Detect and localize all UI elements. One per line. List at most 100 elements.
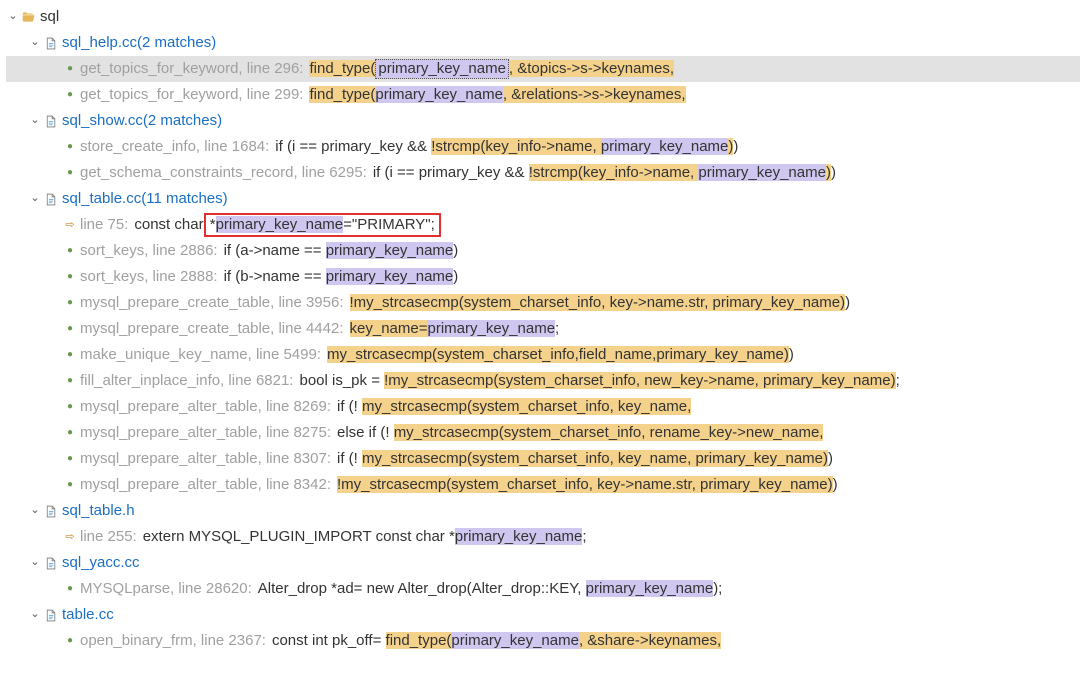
file-name: sql_table.h	[62, 498, 135, 524]
match-location: open_binary_frm, line 2367:	[80, 628, 266, 654]
file-name: sql_show.cc	[62, 108, 143, 134]
search-result-row[interactable]: make_unique_key_name, line 5499:my_strca…	[6, 342, 1080, 368]
match-code: const int pk_off= find_type(primary_key_…	[272, 628, 721, 654]
match-bullet-icon	[64, 238, 76, 264]
folder-row-sql[interactable]: sql	[6, 4, 1080, 30]
match-code: find_type(primary_key_name, &relations->…	[309, 82, 685, 108]
chevron-down-icon[interactable]	[28, 602, 42, 628]
file-name: sql_yacc.cc	[62, 550, 140, 576]
match-location: line 255:	[80, 524, 137, 550]
match-code: key_name=primary_key_name;	[350, 316, 560, 342]
match-bullet-icon	[64, 472, 76, 498]
match-location: sort_keys, line 2888:	[80, 264, 218, 290]
match-location: mysql_prepare_alter_table, line 8269:	[80, 394, 331, 420]
search-results-tree: sql sql_help.cc (2 matches)get_topics_fo…	[0, 0, 1080, 674]
file-name: sql_table.cc	[62, 186, 141, 212]
match-code: if (i == primary_key && !strcmp(key_info…	[275, 134, 738, 160]
search-result-row[interactable]: mysql_prepare_alter_table, line 8275:els…	[6, 420, 1080, 446]
file-name: table.cc	[62, 602, 114, 628]
match-location: mysql_prepare_create_table, line 4442:	[80, 316, 344, 342]
match-code: my_strcasecmp(system_charset_info,field_…	[327, 342, 794, 368]
match-bullet-icon	[64, 160, 76, 186]
file-row[interactable]: sql_table.cc (11 matches)	[6, 186, 1080, 212]
file-icon	[42, 607, 58, 623]
match-location: make_unique_key_name, line 5499:	[80, 342, 321, 368]
match-bullet-icon	[64, 82, 76, 108]
match-location: line 75:	[80, 212, 128, 238]
match-bullet-icon	[64, 342, 76, 368]
file-row[interactable]: sql_help.cc (2 matches)	[6, 30, 1080, 56]
match-bullet-icon	[64, 368, 76, 394]
match-location: get_topics_for_keyword, line 299:	[80, 82, 303, 108]
search-result-row[interactable]: mysql_prepare_alter_table, line 8342:!my…	[6, 472, 1080, 498]
match-location: store_create_info, line 1684:	[80, 134, 269, 160]
focused-match: primary_key_name	[375, 59, 509, 79]
file-icon	[42, 555, 58, 571]
folder-label: sql	[40, 4, 59, 30]
search-result-row[interactable]: mysql_prepare_create_table, line 3956:!m…	[6, 290, 1080, 316]
match-code: !my_strcasecmp(system_charset_info, key-…	[350, 290, 851, 316]
search-result-row[interactable]: mysql_prepare_create_table, line 4442:ke…	[6, 316, 1080, 342]
match-location: fill_alter_inplace_info, line 6821:	[80, 368, 293, 394]
chevron-down-icon[interactable]	[28, 30, 42, 56]
match-location: mysql_prepare_create_table, line 3956:	[80, 290, 344, 316]
match-bullet-icon	[64, 628, 76, 654]
match-bullet-icon	[64, 316, 76, 342]
folder-open-icon	[20, 9, 36, 25]
match-code: else if (! my_strcasecmp(system_charset_…	[337, 420, 823, 446]
match-bullet-icon	[64, 420, 76, 446]
match-bullet-icon	[64, 134, 76, 160]
file-row[interactable]: sql_yacc.cc	[6, 550, 1080, 576]
match-code: if (! my_strcasecmp(system_charset_info,…	[337, 394, 691, 420]
search-result-row[interactable]: line 75:const char *primary_key_name="PR…	[6, 212, 1080, 238]
match-location: mysql_prepare_alter_table, line 8275:	[80, 420, 331, 446]
search-result-row[interactable]: fill_alter_inplace_info, line 6821:bool …	[6, 368, 1080, 394]
match-bullet-icon	[64, 394, 76, 420]
file-icon	[42, 113, 58, 129]
match-count: (2 matches)	[137, 30, 216, 56]
search-result-row[interactable]: open_binary_frm, line 2367:const int pk_…	[6, 628, 1080, 654]
match-code: const char *primary_key_name="PRIMARY";	[134, 212, 440, 238]
chevron-down-icon[interactable]	[28, 550, 42, 576]
search-result-row[interactable]: mysql_prepare_alter_table, line 8269:if …	[6, 394, 1080, 420]
file-icon	[42, 191, 58, 207]
file-icon	[42, 35, 58, 51]
match-code: if (b->name == primary_key_name)	[224, 264, 459, 290]
chevron-down-icon[interactable]	[28, 108, 42, 134]
file-row[interactable]: sql_show.cc (2 matches)	[6, 108, 1080, 134]
search-result-row[interactable]: sort_keys, line 2886:if (a->name == prim…	[6, 238, 1080, 264]
arrow-marker-icon	[64, 212, 76, 238]
arrow-marker-icon	[64, 524, 76, 550]
search-result-row[interactable]: get_topics_for_keyword, line 296:find_ty…	[6, 56, 1080, 82]
search-result-row[interactable]: get_topics_for_keyword, line 299:find_ty…	[6, 82, 1080, 108]
match-count: (11 matches)	[141, 186, 227, 212]
search-result-row[interactable]: line 255:extern MYSQL_PLUGIN_IMPORT cons…	[6, 524, 1080, 550]
chevron-down-icon[interactable]	[28, 186, 42, 212]
match-code: bool is_pk = !my_strcasecmp(system_chars…	[299, 368, 899, 394]
chevron-down-icon[interactable]	[28, 498, 42, 524]
match-bullet-icon	[64, 56, 76, 82]
match-location: mysql_prepare_alter_table, line 8307:	[80, 446, 331, 472]
file-row[interactable]: sql_table.h	[6, 498, 1080, 524]
match-location: sort_keys, line 2886:	[80, 238, 218, 264]
search-result-row[interactable]: sort_keys, line 2888:if (b->name == prim…	[6, 264, 1080, 290]
chevron-down-icon[interactable]	[6, 4, 20, 30]
search-result-row[interactable]: store_create_info, line 1684:if (i == pr…	[6, 134, 1080, 160]
match-code: Alter_drop *ad= new Alter_drop(Alter_dro…	[258, 576, 723, 602]
match-count: (2 matches)	[143, 108, 222, 134]
match-code: !my_strcasecmp(system_charset_info, key-…	[337, 472, 838, 498]
match-location: mysql_prepare_alter_table, line 8342:	[80, 472, 331, 498]
highlight-declaration: *primary_key_name="PRIMARY";	[204, 213, 441, 237]
match-code: if (i == primary_key && !strcmp(key_info…	[373, 160, 836, 186]
match-bullet-icon	[64, 290, 76, 316]
search-result-row[interactable]: mysql_prepare_alter_table, line 8307:if …	[6, 446, 1080, 472]
search-result-row[interactable]: MYSQLparse, line 28620:Alter_drop *ad= n…	[6, 576, 1080, 602]
match-code: if (! my_strcasecmp(system_charset_info,…	[337, 446, 833, 472]
match-bullet-icon	[64, 264, 76, 290]
search-result-row[interactable]: get_schema_constraints_record, line 6295…	[6, 160, 1080, 186]
file-row[interactable]: table.cc	[6, 602, 1080, 628]
match-bullet-icon	[64, 446, 76, 472]
match-location: MYSQLparse, line 28620:	[80, 576, 252, 602]
match-code: extern MYSQL_PLUGIN_IMPORT const char *p…	[143, 524, 587, 550]
match-bullet-icon	[64, 576, 76, 602]
